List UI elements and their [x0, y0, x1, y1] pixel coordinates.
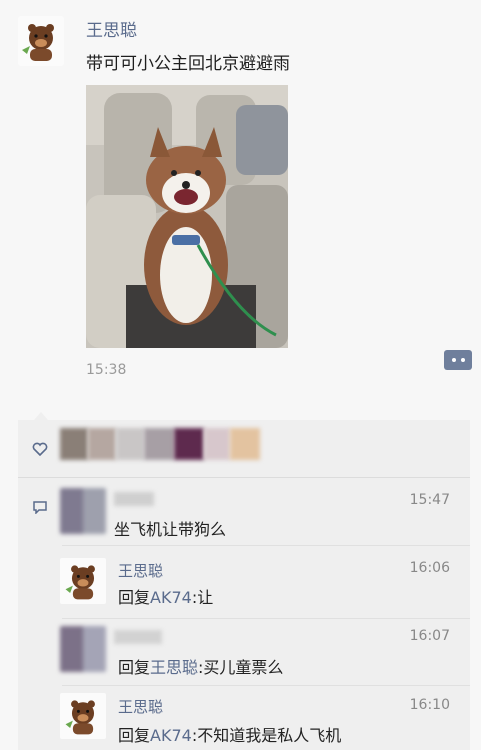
comment-body: :让: [191, 588, 214, 607]
likes-and-comments-panel: 15:47 坐飞机让带狗么 王思聪 16:06 回复AK74:让 16:07 回…: [18, 412, 470, 750]
comment-time: 15:47: [409, 492, 450, 508]
liker-avatar[interactable]: [60, 428, 88, 460]
poster-name[interactable]: 王思聪: [86, 16, 137, 41]
divider: [62, 685, 470, 686]
commenter-avatar[interactable]: [60, 693, 106, 739]
reply-prefix: 回复: [118, 726, 151, 745]
divider: [18, 477, 470, 478]
likes-row: [18, 420, 470, 475]
comment-body: 坐飞机让带狗么: [114, 520, 227, 539]
reply-prefix: 回复: [118, 588, 151, 607]
commenter-name-blurred[interactable]: [114, 492, 154, 506]
liker-avatar[interactable]: [116, 428, 144, 460]
commenter-name-blurred[interactable]: [114, 630, 162, 644]
commenter-name[interactable]: 王思聪: [118, 560, 163, 581]
poster-avatar[interactable]: [18, 16, 64, 66]
commenter-avatar[interactable]: [60, 626, 106, 672]
divider: [62, 545, 470, 546]
commenter-avatar[interactable]: [60, 488, 106, 534]
comment-text[interactable]: 坐飞机让带狗么: [114, 516, 226, 540]
heart-icon: [32, 442, 48, 456]
comment-time: 16:06: [409, 560, 450, 576]
reply-prefix: 回复: [118, 658, 151, 677]
bear-avatar-icon: [22, 24, 54, 61]
comment-time: 16:10: [409, 697, 450, 713]
comment-text[interactable]: 回复AK74:让: [118, 584, 213, 608]
liker-avatar[interactable]: [144, 428, 174, 460]
comment-icon: [33, 501, 47, 514]
comment-body: :不知道我是私人飞机: [191, 726, 342, 745]
bear-avatar-icon: [65, 700, 95, 735]
liker-avatar[interactable]: [204, 428, 230, 460]
commenter-name[interactable]: 王思聪: [118, 696, 163, 717]
commenter-avatar[interactable]: [60, 558, 106, 604]
post-text: 带可可小公主回北京避避雨: [86, 54, 290, 74]
comment-body: :买儿童票么: [198, 658, 284, 677]
post-photo[interactable]: [86, 85, 288, 348]
mention-link[interactable]: AK74: [150, 726, 192, 745]
comment-text[interactable]: 回复AK74:不知道我是私人飞机: [118, 722, 341, 746]
mention-link[interactable]: 王思聪: [150, 658, 198, 677]
liker-avatar[interactable]: [230, 428, 260, 460]
dog-on-plane-image: [86, 85, 288, 348]
dot-icon: [451, 358, 456, 362]
comment-time: 16:07: [409, 628, 450, 644]
liker-avatar[interactable]: [88, 428, 116, 460]
liker-avatar[interactable]: [174, 428, 204, 460]
post-time: 15:38: [86, 362, 127, 378]
mention-link[interactable]: AK74: [150, 588, 192, 607]
dot-icon: [460, 358, 465, 362]
divider: [62, 618, 470, 619]
more-options-button[interactable]: [444, 350, 472, 370]
bear-avatar-icon: [65, 565, 95, 600]
comment-text[interactable]: 回复王思聪:买儿童票么: [118, 654, 283, 678]
